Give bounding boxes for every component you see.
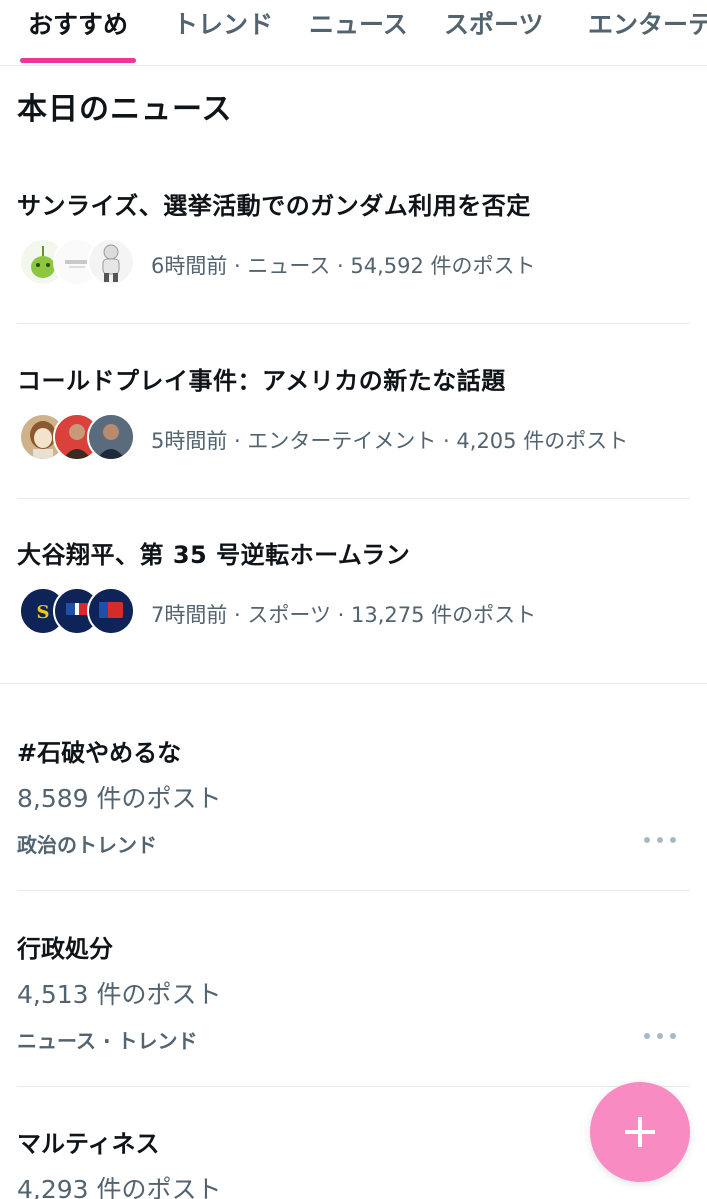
trend-post-count: 4,513 件のポスト xyxy=(17,980,222,1009)
more-options-icon[interactable] xyxy=(644,829,676,851)
divider xyxy=(17,890,690,891)
section-title: 本日のニュース xyxy=(17,92,233,127)
news-item[interactable]: サンライズ、選挙活動でのガンダム利用を否定 6時間前 · ニュース · 54,5… xyxy=(17,186,690,296)
tab-entertainment[interactable]: エンターテ xyxy=(588,0,707,65)
news-headline: コールドプレイ事件：アメリカの新たな話題 xyxy=(17,367,506,395)
trend-category: 政治のトレンド xyxy=(17,833,157,857)
news-meta: 5時間前 · エンターテイメント · 4,205 件のポスト xyxy=(151,429,629,453)
trend-item[interactable]: #石破やめるな 8,589 件のポスト 政治のトレンド xyxy=(17,733,690,863)
top-tab-bar: おすすめ トレンド ニュース スポーツ エンターテ xyxy=(0,0,707,66)
news-item[interactable]: コールドプレイ事件：アメリカの新たな話題 5時間前 · エンターテイメント · … xyxy=(17,361,690,471)
tab-recommended[interactable]: おすすめ xyxy=(28,0,128,65)
news-meta: 6時間前 · ニュース · 54,592 件のポスト xyxy=(151,254,536,278)
person-photo-avatar xyxy=(87,413,135,461)
trend-name: マルティネス xyxy=(17,1130,160,1158)
tab-sports[interactable]: スポーツ xyxy=(444,0,544,65)
news-item[interactable]: 大谷翔平、第 35 号逆転ホームラン S 7時間前 · スポーツ · 13,27 xyxy=(17,535,690,645)
news-headline: サンライズ、選挙活動でのガンダム利用を否定 xyxy=(17,192,531,220)
tab-trends[interactable]: トレンド xyxy=(173,0,273,65)
trend-name: 行政処分 xyxy=(17,935,113,963)
section-divider xyxy=(0,683,707,684)
divider xyxy=(17,1086,690,1087)
avatar-stack xyxy=(17,238,137,290)
trend-name: #石破やめるな xyxy=(17,739,182,767)
trend-item[interactable]: マルティネス 4,293 件のポスト xyxy=(17,1124,690,1199)
trend-post-count: 8,589 件のポスト xyxy=(17,784,222,813)
trend-post-count: 4,293 件のポスト xyxy=(17,1175,222,1199)
robot-avatar xyxy=(87,238,135,286)
svg-text:S: S xyxy=(37,602,50,623)
mlb-logo-avatar xyxy=(87,587,135,635)
news-meta: 7時間前 · スポーツ · 13,275 件のポスト xyxy=(151,603,537,627)
avatar-stack: S xyxy=(17,587,137,639)
divider xyxy=(17,323,690,324)
news-headline: 大谷翔平、第 35 号逆転ホームラン xyxy=(17,541,411,569)
divider xyxy=(17,498,690,499)
tab-news[interactable]: ニュース xyxy=(309,0,408,65)
active-tab-indicator xyxy=(20,58,136,63)
more-options-icon[interactable] xyxy=(644,1025,676,1047)
avatar-stack xyxy=(17,413,137,465)
trend-category: ニュース · トレンド xyxy=(17,1029,198,1053)
trend-item[interactable]: 行政処分 4,513 件のポスト ニュース · トレンド xyxy=(17,929,690,1059)
compose-post-button[interactable] xyxy=(590,1082,690,1182)
